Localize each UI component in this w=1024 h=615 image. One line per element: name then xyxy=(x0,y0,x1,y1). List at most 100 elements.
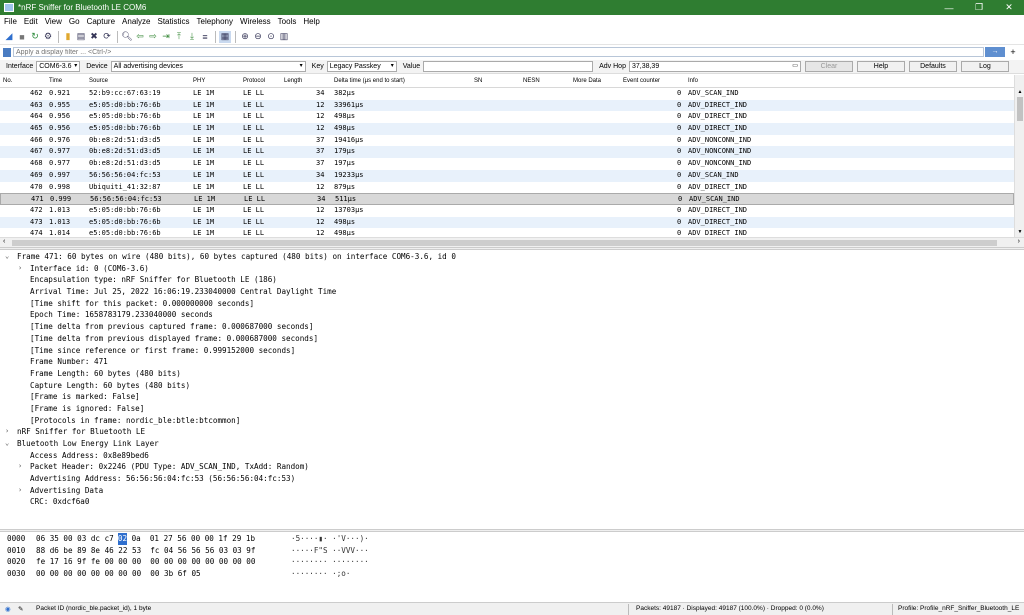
packet-row[interactable]: 466 0.976 0b:e8:2d:51:d3:d5 LE 1M LE LL 37 194… xyxy=(0,135,1014,147)
start-capture-icon[interactable]: ◢ xyxy=(3,31,15,43)
hex-row[interactable]: 0030 00 00 00 00 00 00 00 00 00 3b 6f 05 ·… xyxy=(0,568,1024,580)
log-button[interactable]: Log xyxy=(960,61,1009,72)
detail-line[interactable]: Epoch Time: 1658783179.233040000 seconds xyxy=(0,309,1024,321)
menu-analyze[interactable]: Analyze xyxy=(122,17,150,26)
column-header-sn[interactable]: SN xyxy=(474,78,482,84)
detail-line[interactable]: ⌄ Bluetooth Low Energy Link Layer xyxy=(0,438,1024,450)
interface-select[interactable]: COM6-3.6 ▾ xyxy=(36,61,81,72)
detail-line[interactable]: Frame Length: 60 bytes (480 bits) xyxy=(0,368,1024,380)
packet-list-vscrollbar[interactable]: ▲ ▼ xyxy=(1014,75,1024,237)
go-back-icon[interactable]: ⇦ xyxy=(134,31,146,43)
menu-view[interactable]: View xyxy=(45,17,62,26)
detail-line[interactable]: Arrival Time: Jul 25, 2022 16:06:19.2330… xyxy=(0,286,1024,298)
column-header-info[interactable]: Info xyxy=(688,78,698,84)
save-file-icon[interactable]: ▤ xyxy=(75,31,87,43)
hex-row[interactable]: 0000 06 35 00 03 dc c7 02 0a 01 27 56 00 … xyxy=(0,533,1024,545)
packet-list-hscrollbar[interactable]: ‹ › xyxy=(0,237,1024,247)
menu-help[interactable]: Help xyxy=(303,17,319,26)
detail-line[interactable]: [Frame is marked: False] xyxy=(0,391,1024,403)
hex-row[interactable]: 0010 88 d6 be 89 8e 46 22 53 fc 04 56 56 … xyxy=(0,545,1024,557)
menu-capture[interactable]: Capture xyxy=(87,17,115,26)
column-header-time[interactable]: Time xyxy=(49,78,62,84)
hscroll-thumb[interactable] xyxy=(12,240,997,246)
restart-capture-icon[interactable]: ↻ xyxy=(29,31,41,43)
advhop-input[interactable]: 37,38,39 ▭ xyxy=(628,61,801,72)
expand-arrow-icon[interactable]: › xyxy=(18,263,22,275)
collapse-arrow-icon[interactable]: ⌄ xyxy=(5,438,9,450)
last-packet-icon[interactable]: ⤓ xyxy=(186,31,198,43)
detail-line[interactable]: [Protocols in frame: nordic_ble:btle:btc… xyxy=(0,415,1024,427)
collapse-arrow-icon[interactable]: ⌄ xyxy=(5,251,9,263)
menu-go[interactable]: Go xyxy=(69,17,80,26)
detail-line[interactable]: [Frame is ignored: False] xyxy=(0,403,1024,415)
resize-columns-icon[interactable]: ▥ xyxy=(278,31,290,43)
packet-row[interactable]: 468 0.977 0b:e8:2d:51:d3:d5 LE 1M LE LL 37 197… xyxy=(0,158,1014,170)
add-filter-button[interactable]: + xyxy=(1006,47,1020,57)
pane-splitter[interactable] xyxy=(0,247,1024,250)
scroll-right-icon[interactable]: › xyxy=(1018,238,1020,245)
detail-line[interactable]: Access Address: 0x8e89bed6 xyxy=(0,450,1024,462)
capture-options-icon[interactable]: ⚙ xyxy=(42,31,54,43)
column-header-no[interactable]: No. xyxy=(3,78,12,84)
detail-line[interactable]: Advertising Address: 56:56:56:04:fc:53 (… xyxy=(0,473,1024,485)
column-header-source[interactable]: Source xyxy=(89,78,108,84)
detail-line[interactable]: ⌄ Frame 471: 60 bytes on wire (480 bits),… xyxy=(0,251,1024,263)
display-filter-input[interactable] xyxy=(13,47,984,57)
device-select[interactable]: All advertising devices ▾ xyxy=(110,61,306,72)
bookmark-icon[interactable] xyxy=(3,47,11,57)
packet-row[interactable]: 474 1.014 e5:05:d0:bb:76:6b LE 1M LE LL 12 498… xyxy=(0,228,1014,236)
reload-file-icon[interactable]: ⟳ xyxy=(101,31,113,43)
menu-file[interactable]: File xyxy=(4,17,17,26)
detail-line[interactable]: › Interface id: 0 (COM6-3.6) xyxy=(0,263,1024,275)
autoscroll-icon[interactable]: ≡ xyxy=(199,31,211,43)
detail-line[interactable]: Frame Number: 471 xyxy=(0,356,1024,368)
apply-filter-button[interactable]: → xyxy=(985,47,1005,57)
scroll-thumb[interactable] xyxy=(1017,97,1023,121)
packet-row[interactable]: 465 0.956 e5:05:d0:bb:76:6b LE 1M LE LL 12 498… xyxy=(0,123,1014,135)
detail-line[interactable]: [Time shift for this packet: 0.000000000… xyxy=(0,298,1024,310)
first-packet-icon[interactable]: ⤒ xyxy=(173,31,185,43)
menu-edit[interactable]: Edit xyxy=(24,17,38,26)
expand-arrow-icon[interactable]: › xyxy=(18,485,22,497)
detail-line[interactable]: [Time delta from previous captured frame… xyxy=(0,321,1024,333)
menu-tools[interactable]: Tools xyxy=(278,17,297,26)
packet-row[interactable]: 464 0.956 e5:05:d0:bb:76:6b LE 1M LE LL 12 498… xyxy=(0,111,1014,123)
packet-row[interactable]: 462 0.921 52:b9:cc:67:63:19 LE 1M LE LL 34 382… xyxy=(0,88,1014,100)
zoom-out-icon[interactable]: ⊖ xyxy=(252,31,264,43)
packet-row[interactable]: 470 0.998 Ubiquiti_41:32:87 LE 1M LE LL 12 879… xyxy=(0,182,1014,194)
expert-info-icon[interactable]: ◉ xyxy=(5,605,11,613)
detail-line[interactable]: › Advertising Data xyxy=(0,485,1024,497)
packet-row[interactable]: 463 0.955 e5:05:d0:bb:76:6b LE 1M LE LL 12 339… xyxy=(0,99,1014,112)
detail-line[interactable]: Capture Length: 60 bytes (480 bits) xyxy=(0,380,1024,392)
scroll-up-icon[interactable]: ▲ xyxy=(1015,89,1024,95)
find-packet-icon[interactable]: 🔍︎ xyxy=(121,31,133,43)
detail-line[interactable]: [Time since reference or first frame: 0.… xyxy=(0,345,1024,357)
close-file-icon[interactable]: ✖ xyxy=(88,31,100,43)
detail-line[interactable]: CRC: 0xdcf6a0 xyxy=(0,496,1024,508)
packet-row[interactable]: 467 0.977 0b:e8:2d:51:d3:d5 LE 1M LE LL 37 179… xyxy=(0,146,1014,159)
detail-line[interactable]: › Packet Header: 0x2246 (PDU Type: ADV_SC… xyxy=(0,461,1024,473)
packet-row[interactable]: 473 1.013 e5:05:d0:bb:76:6b LE 1M LE LL 12 498… xyxy=(0,216,1014,229)
column-header-phy[interactable]: PHY xyxy=(193,78,205,84)
packet-row[interactable]: 471 0.999 56:56:56:04:fc:53 LE 1M LE LL 34 511… xyxy=(0,193,1014,205)
menu-wireless[interactable]: Wireless xyxy=(240,17,271,26)
expand-arrow-icon[interactable]: › xyxy=(18,461,22,473)
column-header-protocol[interactable]: Protocol xyxy=(243,78,265,84)
detail-line[interactable]: › nRF Sniffer for Bluetooth LE xyxy=(0,426,1024,438)
open-file-icon[interactable]: ▮ xyxy=(62,31,74,43)
status-profile[interactable]: Profile: Profile_nRF_Sniffer_Bluetooth_L… xyxy=(898,605,1019,612)
detail-line[interactable]: [Time delta from previous displayed fram… xyxy=(0,333,1024,345)
maximize-button[interactable]: ❐ xyxy=(964,2,994,13)
close-button[interactable]: ✕ xyxy=(994,2,1024,13)
zoom-in-icon[interactable]: ⊕ xyxy=(239,31,251,43)
scroll-left-icon[interactable]: ‹ xyxy=(3,238,5,245)
expand-arrow-icon[interactable]: › xyxy=(5,426,9,438)
go-forward-icon[interactable]: ⇨ xyxy=(147,31,159,43)
go-to-packet-icon[interactable]: ⇥ xyxy=(160,31,172,43)
column-header-event-counter[interactable]: Event counter xyxy=(623,78,660,84)
column-header-nesn[interactable]: NESN xyxy=(523,78,540,84)
zoom-reset-icon[interactable]: ⊙ xyxy=(265,31,277,43)
menu-statistics[interactable]: Statistics xyxy=(158,17,190,26)
clear-button[interactable]: Clear xyxy=(804,61,853,72)
column-header-more-data[interactable]: More Data xyxy=(573,78,601,84)
